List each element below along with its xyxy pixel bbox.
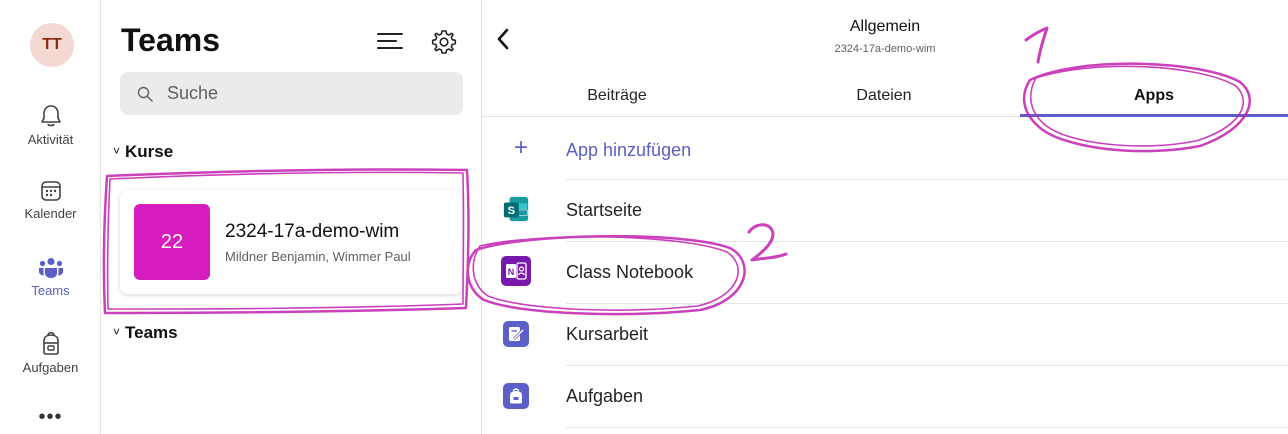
onenote-icon: N xyxy=(501,256,531,286)
rail-item-label: Aktivität xyxy=(27,132,74,147)
row-divider xyxy=(566,427,1288,428)
bell-icon xyxy=(40,105,61,127)
app-item-aufgaben[interactable]: Aufgaben xyxy=(482,366,1288,428)
app-label: Startseite xyxy=(566,200,643,220)
channel-view: Allgemein 2324-17a-demo-wim Beiträge Dat… xyxy=(482,0,1288,434)
rail-item-label: Aufgaben xyxy=(22,360,79,375)
team-card[interactable]: 22 2324-17a-demo-wim Mildner Benjamin, W… xyxy=(120,190,463,294)
rail-item-activity[interactable]: Aktivität xyxy=(0,104,101,147)
add-app-button[interactable]: + App hinzufügen xyxy=(482,118,1288,180)
backpack-icon xyxy=(503,383,529,409)
filter-icon[interactable] xyxy=(377,32,403,50)
section-label: Kurse xyxy=(125,142,174,161)
teams-panel: Teams Suche ˅ Kurse 22 2324-17a-demo-wim … xyxy=(101,0,482,434)
app-item-class-notebook[interactable]: N Class Notebook xyxy=(482,242,1288,304)
rail-item-teams[interactable]: Teams xyxy=(0,257,101,298)
add-app-label: App hinzufügen xyxy=(566,140,692,160)
channel-subtitle: 2324-17a-demo-wim xyxy=(834,43,936,55)
plus-icon: + xyxy=(514,134,529,161)
tab-apps[interactable]: Apps xyxy=(1079,87,1229,105)
rail-item-calendar[interactable]: Kalender xyxy=(0,180,101,221)
section-teams-header[interactable]: ˅ Teams xyxy=(113,323,178,343)
rail-item-label: Teams xyxy=(31,283,70,298)
app-item-startseite[interactable]: S Startseite xyxy=(482,180,1288,242)
chevron-down-icon: ˅ xyxy=(113,144,121,158)
rail-item-label: Kalender xyxy=(24,206,77,221)
tab-files[interactable]: Dateien xyxy=(809,87,959,105)
team-name: 2324-17a-demo-wim xyxy=(225,221,400,242)
app-rail: TT Aktivität Kalender Teams Aufgaben ••• xyxy=(0,0,101,434)
section-courses-header[interactable]: ˅ Kurse xyxy=(113,142,173,162)
app-label: Class Notebook xyxy=(566,262,694,282)
teams-icon xyxy=(38,258,63,278)
avatar[interactable]: TT xyxy=(30,23,74,67)
rail-item-assignments[interactable]: Aufgaben xyxy=(0,330,101,375)
chevron-down-icon: ˅ xyxy=(113,325,121,339)
search-icon xyxy=(137,86,153,102)
search-placeholder: Suche xyxy=(167,83,219,103)
search-input[interactable]: Suche xyxy=(120,72,463,115)
section-label: Teams xyxy=(125,323,178,342)
team-avatar: 22 xyxy=(134,204,210,280)
svg-text:N: N xyxy=(508,267,515,277)
active-tab-indicator xyxy=(1020,114,1288,117)
app-item-kursarbeit[interactable]: Kursarbeit xyxy=(482,304,1288,366)
channel-title: Allgemein xyxy=(849,18,921,35)
backpack-icon xyxy=(42,331,59,355)
calendar-icon xyxy=(40,181,61,201)
app-label: Aufgaben xyxy=(566,386,644,406)
sharepoint-icon: S xyxy=(502,195,530,223)
page-title: Teams xyxy=(121,22,221,58)
gear-icon[interactable] xyxy=(431,29,457,55)
more-icon[interactable]: ••• xyxy=(0,407,101,427)
tab-posts[interactable]: Beiträge xyxy=(542,87,692,105)
assignment-icon xyxy=(503,321,529,347)
team-members: Mildner Benjamin, Wimmer Paul xyxy=(225,249,411,264)
svg-text:S: S xyxy=(508,205,516,217)
app-label: Kursarbeit xyxy=(566,324,649,344)
